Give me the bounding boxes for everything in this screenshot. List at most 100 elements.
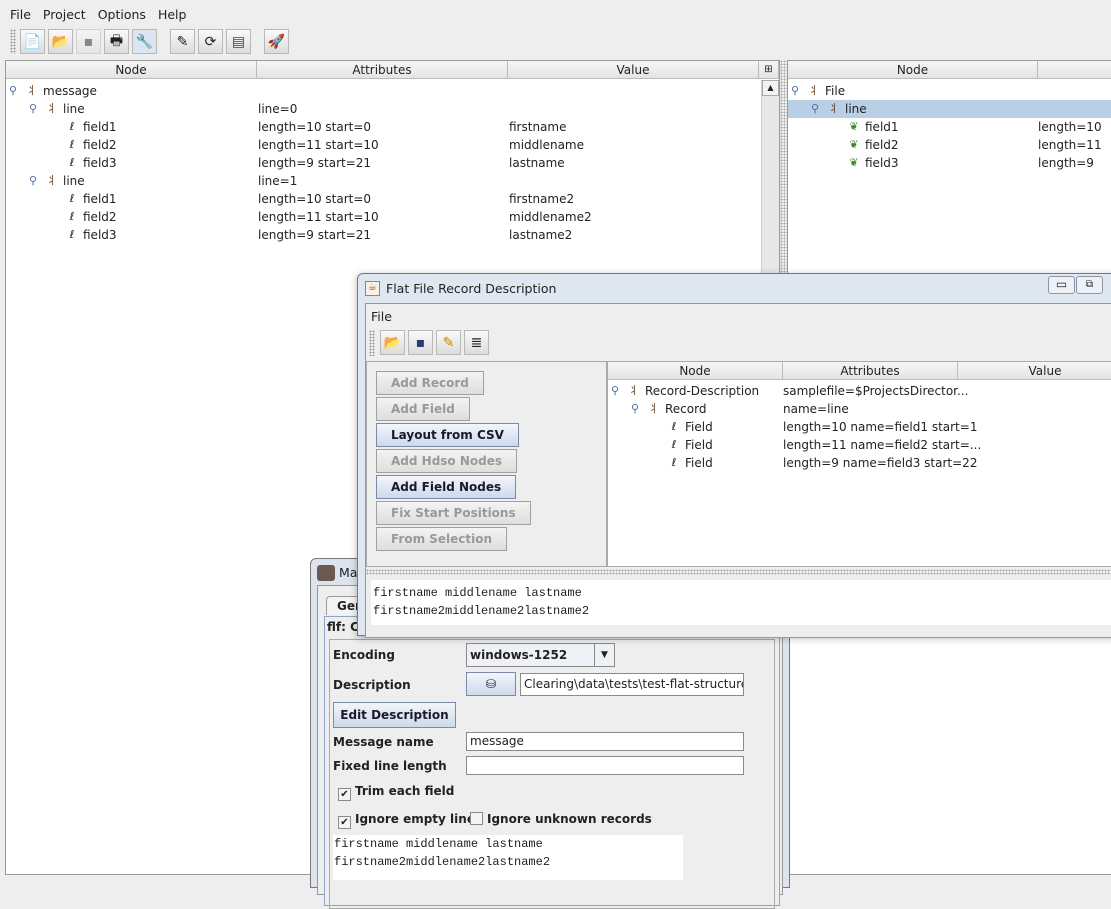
fixed-line-length-field[interactable] [466, 756, 744, 775]
tree-row[interactable]: ❦ field1 length=10 [788, 118, 1111, 136]
encoding-select[interactable]: windows-1252 ▼ [466, 643, 615, 667]
tree-row[interactable]: ℓ field1 length=10 start=0 firstname [6, 118, 759, 136]
node-attributes: length=10 [1038, 120, 1102, 134]
new-icon[interactable]: 📄 [20, 29, 45, 54]
menu-file[interactable]: File [10, 7, 31, 22]
leaf-node-icon: ℓ [671, 420, 677, 433]
node-label: line [845, 102, 867, 116]
edit-description-button[interactable]: Edit Description [333, 702, 456, 728]
tree-row[interactable]: ℓ Field length=10 name=field1 start=1 [608, 418, 1111, 436]
layout-from-csv-button[interactable]: Layout from CSV [376, 423, 519, 447]
column-node[interactable]: Node [6, 61, 257, 79]
column-attributes[interactable]: Attributes [783, 362, 958, 380]
message-name-field[interactable]: message [466, 732, 744, 751]
tree-row[interactable]: ⚲ ⺦ message [6, 82, 759, 100]
tree-row[interactable]: ℓ field3 length=9 start=21 lastname2 [6, 226, 759, 244]
tree-row[interactable]: ℓ field2 length=11 start=10 middlename [6, 136, 759, 154]
tree-row[interactable]: ℓ field1 length=10 start=0 firstname2 [6, 190, 759, 208]
node-value: firstname2 [509, 192, 575, 206]
leaf-node-icon: ❦ [849, 156, 859, 169]
node-attributes: length=10 start=0 [258, 120, 372, 134]
add-field-button[interactable]: Add Field [376, 397, 470, 421]
node-attributes: samplefile=$ProjectsDirector... [783, 384, 969, 398]
add-hdso-nodes-button[interactable]: Add Hdso Nodes [376, 449, 517, 473]
description-field[interactable]: Clearing\data\tests\test-flat-structure.… [520, 673, 744, 696]
node-label: field1 [83, 192, 117, 206]
tree-row[interactable]: ℓ field3 length=9 start=21 lastname [6, 154, 759, 172]
run-rocket-icon[interactable]: 🚀 [264, 29, 289, 54]
expand-handle-icon[interactable]: ⚲ [9, 82, 17, 100]
column-value[interactable]: Value [958, 362, 1111, 380]
toolbar-grip[interactable] [10, 29, 16, 54]
save-icon[interactable]: ▪ [408, 330, 433, 355]
tree-row[interactable]: ⚲ ⺦ line line=1 [6, 172, 759, 190]
refresh-icon[interactable]: ⟳ [198, 29, 223, 54]
sample-text-area[interactable]: firstname middlename lastname firstname2m… [333, 835, 683, 880]
column-attributes[interactable] [1038, 61, 1111, 79]
node-label: Field [685, 456, 713, 470]
message-icon[interactable]: ▤ [226, 29, 251, 54]
database-icon[interactable]: ⛁ [466, 672, 516, 696]
settings-wrench-icon[interactable]: 🔧 [132, 29, 157, 54]
text-align-icon[interactable]: ≣ [464, 330, 489, 355]
dialog-sample-text-area[interactable]: firstname middlename lastname firstname2m… [371, 580, 1111, 625]
node-label: File [825, 84, 846, 98]
open-icon[interactable]: 📂 [48, 29, 73, 54]
expand-handle-icon[interactable]: ⚲ [811, 100, 819, 118]
node-label: Record [665, 402, 707, 416]
save-icon[interactable]: ▪ [76, 29, 101, 54]
expand-handle-icon[interactable]: ⚲ [791, 82, 799, 100]
tree-row[interactable]: ❦ field3 length=9 [788, 154, 1111, 172]
ignore-unknown-records-checkbox[interactable]: Ignore unknown records [470, 812, 652, 826]
from-selection-button[interactable]: From Selection [376, 527, 508, 551]
expand-handle-icon[interactable]: ⚲ [29, 100, 37, 118]
menu-options[interactable]: Options [98, 7, 146, 22]
column-node[interactable]: Node [608, 362, 783, 380]
menu-project[interactable]: Project [43, 7, 86, 22]
tree-row[interactable]: ❦ field2 length=11 [788, 136, 1111, 154]
description-label: Description [333, 678, 411, 692]
encoding-label: Encoding [333, 648, 395, 662]
tree-row[interactable]: ℓ Field length=9 name=field3 start=22 [608, 454, 1111, 472]
dialog-title: Flat File Record Description [386, 281, 557, 296]
tree-row[interactable]: ⚲ ⺦ Record name=line [608, 400, 1111, 418]
print-icon[interactable]: 🖶 [104, 29, 129, 54]
message-name-label: Message name [333, 735, 434, 749]
column-value[interactable]: Value [508, 61, 759, 79]
ignore-unknown-label: Ignore unknown records [487, 812, 652, 826]
flat-file-record-dialog: ☕ Flat File Record Description ▭ ⧉ File … [357, 273, 1111, 638]
ignore-empty-lines-checkbox[interactable]: ✔ Ignore empty lines [338, 812, 482, 829]
column-node[interactable]: Node [788, 61, 1038, 79]
chevron-down-icon[interactable]: ▼ [594, 644, 614, 666]
expand-handle-icon[interactable]: ⚲ [29, 172, 37, 190]
split-pane-divider[interactable] [366, 569, 1111, 575]
add-record-button[interactable]: Add Record [376, 371, 484, 395]
add-field-nodes-button[interactable]: Add Field Nodes [376, 475, 517, 499]
menu-help[interactable]: Help [158, 7, 187, 22]
tree-row[interactable]: ℓ Field length=11 name=field2 start=... [608, 436, 1111, 454]
leaf-node-icon: ℓ [69, 156, 75, 169]
leaf-node-icon: ℓ [69, 120, 75, 133]
dialog-menu-file[interactable]: File [371, 309, 392, 324]
tree-row[interactable]: ⚲ ⺦ line [788, 100, 1111, 118]
maximize-button[interactable]: ⧉ [1076, 276, 1103, 294]
tree-row[interactable]: ⚲ ⺦ File [788, 82, 1111, 100]
column-chooser-icon[interactable]: ⊞ [759, 61, 779, 79]
expand-handle-icon[interactable]: ⚲ [611, 382, 619, 400]
save-edit-icon[interactable]: ✎ [436, 330, 461, 355]
node-attributes: length=11 [1038, 138, 1102, 152]
scroll-up-icon[interactable]: ▲ [762, 80, 779, 96]
column-attributes[interactable]: Attributes [257, 61, 508, 79]
tree-row[interactable]: ℓ field2 length=11 start=10 middlename2 [6, 208, 759, 226]
edit-icon[interactable]: ✎ [170, 29, 195, 54]
branch-node-icon: ⺦ [26, 84, 38, 97]
fix-start-positions-button[interactable]: Fix Start Positions [376, 501, 531, 525]
node-attributes: length=9 start=21 [258, 156, 372, 170]
tree-row[interactable]: ⚲ ⺦ Record-Description samplefile=$Projects… [608, 382, 1111, 400]
trim-each-field-checkbox[interactable]: ✔ Trim each field [338, 784, 454, 801]
expand-handle-icon[interactable]: ⚲ [631, 400, 639, 418]
tree-row[interactable]: ⚲ ⺦ line line=0 [6, 100, 759, 118]
minimize-button[interactable]: ▭ [1048, 276, 1075, 294]
open-icon[interactable]: 📂 [380, 330, 405, 355]
record-tree-table[interactable]: Node Attributes Value ⚲ ⺦ Record-Descripti… [607, 361, 1111, 567]
